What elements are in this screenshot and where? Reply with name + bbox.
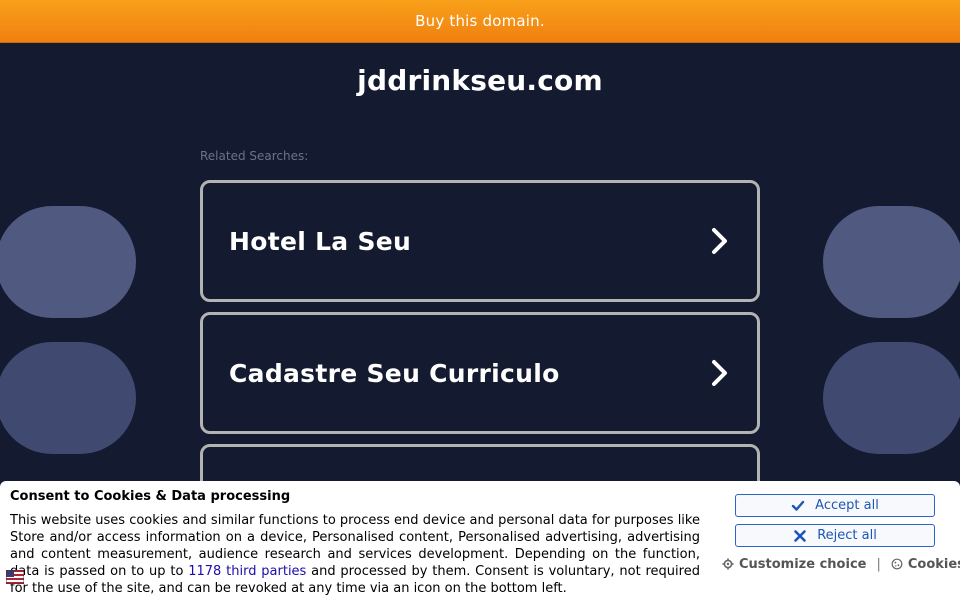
buy-domain-banner[interactable]: Buy this domain. <box>0 0 960 43</box>
chevron-right-icon <box>712 360 727 386</box>
related-searches-label: Related Searches: <box>200 149 309 163</box>
gear-icon <box>722 558 734 570</box>
customize-choice-link[interactable]: Customize choice <box>722 557 866 572</box>
cookie-footer-links: Customize choice | Cookies <box>722 555 960 573</box>
related-search-label: Hotel La Seu <box>229 226 412 256</box>
check-icon <box>791 500 805 511</box>
domain-title: jddrinkseu.com <box>357 64 603 97</box>
cookie-consent-panel: Consent to Cookies & Data processing Thi… <box>0 481 960 600</box>
cookies-label: Cookies <box>907 556 960 572</box>
flag-icon[interactable] <box>6 570 24 584</box>
footer-separator: | <box>876 556 881 572</box>
third-parties-link[interactable]: 1178 third parties <box>188 564 306 579</box>
decorative-pill-left-top <box>0 206 136 318</box>
decorative-pill-right-bottom <box>823 342 960 454</box>
customize-choice-label: Customize choice <box>739 556 867 572</box>
decorative-pill-right-top <box>823 206 960 318</box>
accept-all-label: Accept all <box>815 498 879 513</box>
cookies-link[interactable]: Cookies <box>891 557 960 572</box>
buy-domain-label: Buy this domain. <box>415 12 545 30</box>
related-search-item-1[interactable]: Hotel La Seu <box>200 180 760 302</box>
cookie-consent-title: Consent to Cookies & Data processing <box>10 489 291 504</box>
chevron-right-icon <box>712 228 727 254</box>
reject-all-button[interactable]: Reject all <box>735 524 935 547</box>
x-icon <box>794 529 806 542</box>
cookie-consent-text: This website uses cookies and similar fu… <box>10 512 700 597</box>
related-search-item-2[interactable]: Cadastre Seu Curriculo <box>200 312 760 434</box>
page: Buy this domain. jddrinkseu.com Related … <box>0 0 960 600</box>
cookie-icon <box>891 558 903 570</box>
related-search-label: Cadastre Seu Curriculo <box>229 358 560 388</box>
decorative-pill-left-bottom <box>0 342 136 454</box>
reject-all-label: Reject all <box>817 528 877 543</box>
accept-all-button[interactable]: Accept all <box>735 494 935 517</box>
